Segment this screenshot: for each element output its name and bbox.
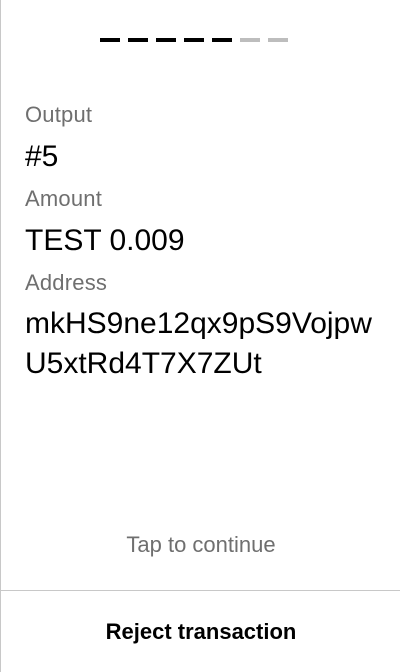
device-screen[interactable]: Output #5 Amount TEST 0.009 Address mkHS…	[0, 0, 400, 672]
output-label: Output	[25, 102, 93, 127]
output-value: #5	[25, 140, 59, 173]
progress-step-completed	[128, 38, 148, 42]
reject-transaction-button[interactable]: Reject transaction	[1, 591, 400, 672]
progress-step-completed	[184, 38, 204, 42]
progress-step-completed	[212, 38, 232, 42]
progress-step-completed	[156, 38, 176, 42]
progress-step-completed	[100, 38, 120, 42]
transaction-output-details: Output #5 Amount TEST 0.009 Address mkHS…	[25, 98, 393, 384]
progress-step-pending	[268, 38, 288, 42]
address-value: mkHS9ne12qx9pS9VojpwU5xtRd4T7X7ZUt	[25, 307, 372, 380]
amount-label: Amount	[25, 186, 103, 211]
amount-value: TEST 0.009	[25, 224, 185, 257]
tap-to-continue-hint[interactable]: Tap to continue	[1, 532, 400, 558]
address-label: Address	[25, 270, 108, 295]
step-progress-indicator	[100, 38, 288, 44]
progress-step-pending	[240, 38, 260, 42]
